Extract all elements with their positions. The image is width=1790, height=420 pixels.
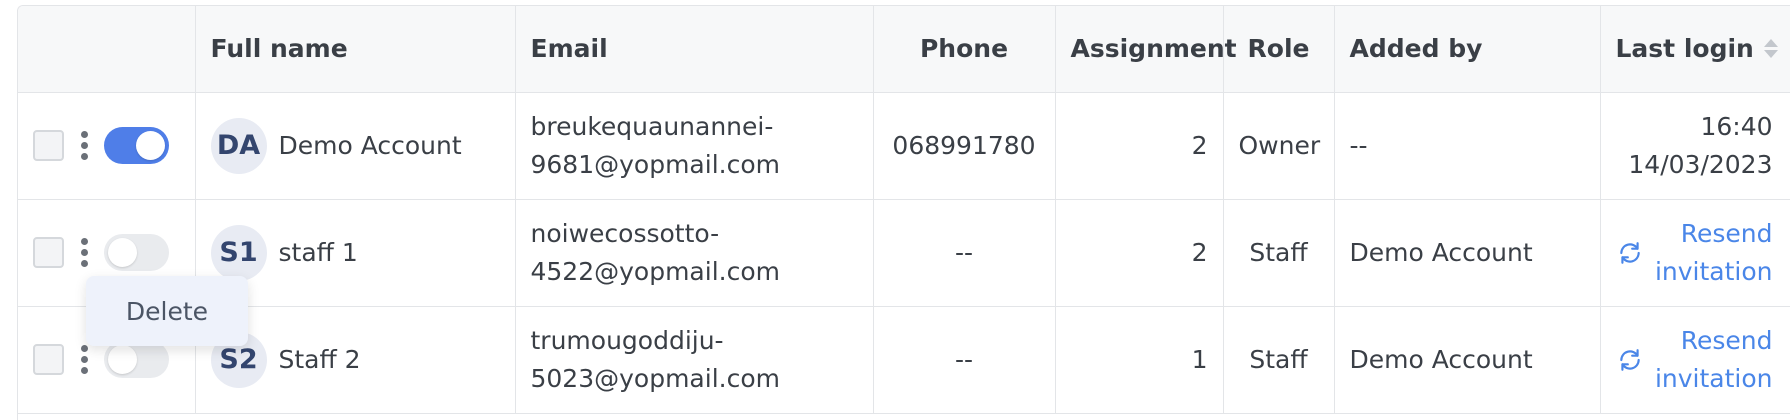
sort-icon[interactable] [1763,39,1778,59]
header-added-by: Added by [1334,6,1601,93]
cell-assignment: 2 [1055,199,1224,307]
more-vertical-icon[interactable] [80,131,88,160]
resend-label-line-2: invitation [1654,256,1773,286]
cell-added-by: -- [1334,92,1601,200]
cell-last-login: Resend invitation [1600,306,1790,414]
row-context-menu: Delete [86,276,248,346]
row-select-checkbox[interactable] [33,344,64,375]
toggle-knob [108,345,137,374]
header-phone: Phone [873,6,1056,93]
avatar: DA [210,117,267,174]
cell-email: noiwecossotto- 4522@yopmail.com [515,199,874,307]
active-toggle[interactable] [104,127,169,164]
email-line-1: breukequaunannei- [530,111,774,141]
cell-email: trumougoddiju- 5023@yopmail.com [515,306,874,414]
user-name: Demo Account [278,131,462,160]
header-role: Role [1223,6,1335,93]
users-table: Full name Email Phone Assignment Role Ad… [18,6,1790,414]
cell-role: Staff [1223,199,1335,307]
active-toggle[interactable] [104,234,169,271]
refresh-icon [1620,348,1640,371]
user-name: Staff 2 [278,345,361,374]
header-last-login-label: Last login [1615,34,1754,64]
last-login-date: 14/03/2023 [1628,149,1773,179]
email-line-1: noiwecossotto- [530,218,720,248]
email-line-2: 5023@yopmail.com [530,363,781,393]
cell-full-name: DA Demo Account [195,92,516,200]
delete-menu-item[interactable]: Delete [126,297,208,326]
resend-invitation-link[interactable]: Resend invitation [1617,322,1773,398]
table-row: DA Demo Account breukequaunannei- 9681@y… [18,92,1790,200]
cell-added-by: Demo Account [1334,199,1601,307]
email-line-2: 9681@yopmail.com [530,149,781,179]
users-table-container: Full name Email Phone Assignment Role Ad… [17,5,1790,420]
cell-last-login: Resend invitation [1600,199,1790,307]
row-controls [18,92,196,200]
last-login-time: 16:40 [1700,111,1773,141]
resend-label-line-1: Resend [1680,218,1773,248]
active-toggle[interactable] [104,341,169,378]
more-vertical-icon[interactable] [80,345,88,374]
cell-email: breukequaunannei- 9681@yopmail.com [515,92,874,200]
cell-role: Staff [1223,306,1335,414]
row-select-checkbox[interactable] [33,130,64,161]
header-full-name: Full name [195,6,516,93]
more-vertical-icon[interactable] [80,238,88,267]
email-line-2: 4522@yopmail.com [530,256,781,286]
header-last-login[interactable]: Last login [1600,6,1790,93]
header-controls [18,6,196,93]
resend-label-line-1: Resend [1680,325,1773,355]
header-assignment: Assignment [1055,6,1237,93]
header-email: Email [515,6,874,93]
cell-assignment: 2 [1055,92,1224,200]
table-row: S1 staff 1 noiwecossotto- 4522@yopmail.c… [18,199,1790,307]
refresh-icon [1620,241,1640,264]
resend-label-line-2: invitation [1654,363,1773,393]
toggle-knob [136,131,165,160]
user-name: staff 1 [278,238,358,267]
cell-added-by: Demo Account [1334,306,1601,414]
table-row: S2 Staff 2 trumougoddiju- 5023@yopmail.c… [18,306,1790,414]
cell-phone: -- [873,306,1056,414]
resend-invitation-link[interactable]: Resend invitation [1617,215,1773,291]
table-header-row: Full name Email Phone Assignment Role Ad… [18,6,1790,93]
cell-phone: -- [873,199,1056,307]
cell-role: Owner [1223,92,1335,200]
cell-last-login: 16:40 14/03/2023 [1600,92,1790,200]
email-line-1: trumougoddiju- [530,325,724,355]
cell-assignment: 1 [1055,306,1224,414]
avatar: S1 [210,224,267,281]
row-select-checkbox[interactable] [33,237,64,268]
toggle-knob [108,238,137,267]
cell-phone: 068991780 [873,92,1056,200]
